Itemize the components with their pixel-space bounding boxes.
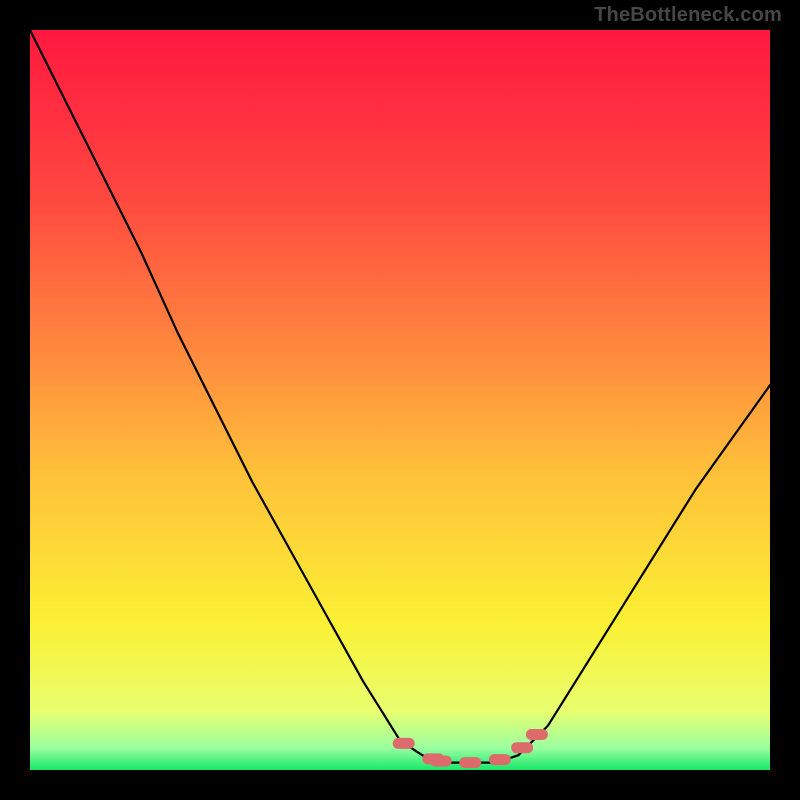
- gradient-background: [30, 30, 770, 770]
- plot-area: [30, 30, 770, 770]
- watermark-text: TheBottleneck.com: [594, 4, 782, 27]
- chart-frame: TheBottleneck.com: [0, 0, 800, 800]
